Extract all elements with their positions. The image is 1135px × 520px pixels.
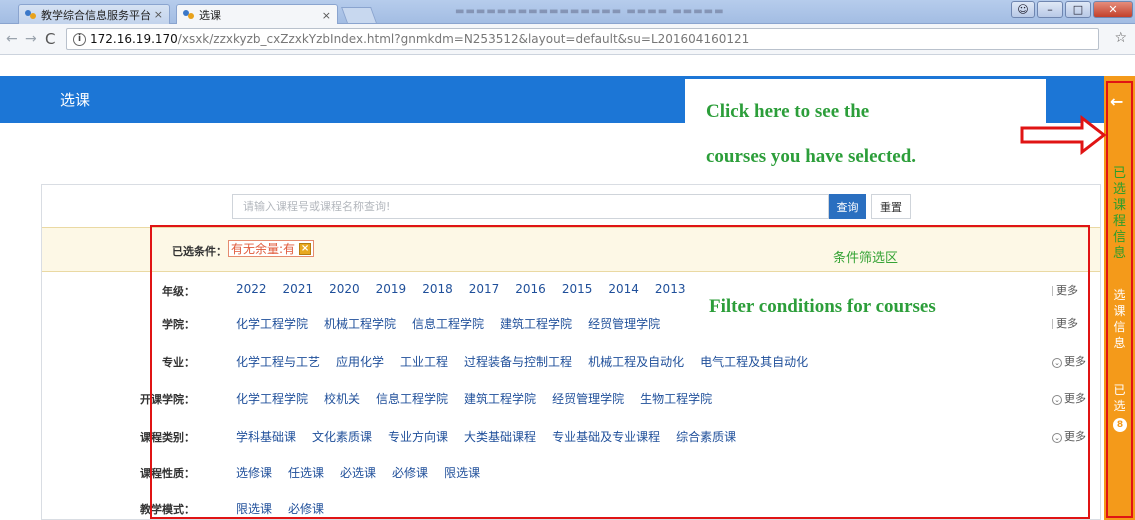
site-favicon-icon bbox=[25, 9, 37, 21]
page-title: 选课 bbox=[60, 91, 91, 109]
window-controls: ☺ – □ ✕ bbox=[1011, 1, 1133, 18]
url-path: /xsxk/zzxkyzb_cxZzxkYzbIndex.html?gnmkdm… bbox=[177, 32, 750, 46]
query-button[interactable]: 查询 bbox=[829, 194, 866, 219]
forward-arrow-icon[interactable]: → bbox=[25, 31, 37, 47]
back-arrow-icon[interactable]: ← bbox=[6, 31, 18, 47]
url-input[interactable]: i 172.16.19.170/xsxk/zzxkyzb_cxZzxkYzbIn… bbox=[66, 28, 1099, 50]
annotation-line-2: courses you have selected. bbox=[706, 146, 917, 167]
sidebar-highlight-frame bbox=[1106, 81, 1133, 518]
bookmark-star-icon[interactable]: ☆ bbox=[1114, 30, 1127, 46]
tab-title: 教学综合信息服务平台 bbox=[41, 8, 151, 22]
close-window-button[interactable]: ✕ bbox=[1093, 1, 1133, 18]
address-bar-row: ← → C i 172.16.19.170/xsxk/zzxkyzb_cxZzx… bbox=[0, 24, 1135, 55]
maximize-button[interactable]: □ bbox=[1065, 1, 1091, 18]
user-icon[interactable]: ☺ bbox=[1011, 1, 1035, 18]
filter-highlight-frame bbox=[150, 225, 1090, 519]
annotation-arrow-icon bbox=[1020, 115, 1107, 155]
window-title-ghost: ▬▬▬▬▬▬▬▬▬▬▬▬▬▬▬▬ ▬▬▬▬ ▬▬▬▬▬ bbox=[455, 6, 725, 17]
tab-title: 选课 bbox=[199, 9, 221, 22]
browser-tab-platform[interactable]: 教学综合信息服务平台 × bbox=[18, 4, 170, 24]
browser-tabstrip: 教学综合信息服务平台 × 选课 × ▬▬▬▬▬▬▬▬▬▬▬▬▬▬▬▬ ▬▬▬▬ … bbox=[0, 0, 1135, 25]
reset-button[interactable]: 重置 bbox=[871, 194, 911, 219]
reload-icon[interactable]: C bbox=[45, 30, 55, 48]
url-host: 172.16.19.170 bbox=[90, 32, 178, 46]
search-row: 查询 重置 bbox=[42, 185, 1100, 227]
course-search-input[interactable] bbox=[232, 194, 829, 219]
annotation-line-1: Click here to see the bbox=[706, 101, 870, 122]
tab-close-icon[interactable]: × bbox=[154, 8, 163, 21]
site-favicon-icon bbox=[183, 9, 195, 21]
minimize-button[interactable]: – bbox=[1037, 1, 1063, 18]
new-tab-button[interactable] bbox=[341, 7, 377, 23]
tab-close-icon[interactable]: × bbox=[322, 9, 331, 22]
filter-annotation: Filter conditions for courses bbox=[706, 296, 939, 318]
info-icon[interactable]: i bbox=[73, 32, 86, 46]
browser-tab-xuanke[interactable]: 选课 × bbox=[176, 4, 338, 25]
